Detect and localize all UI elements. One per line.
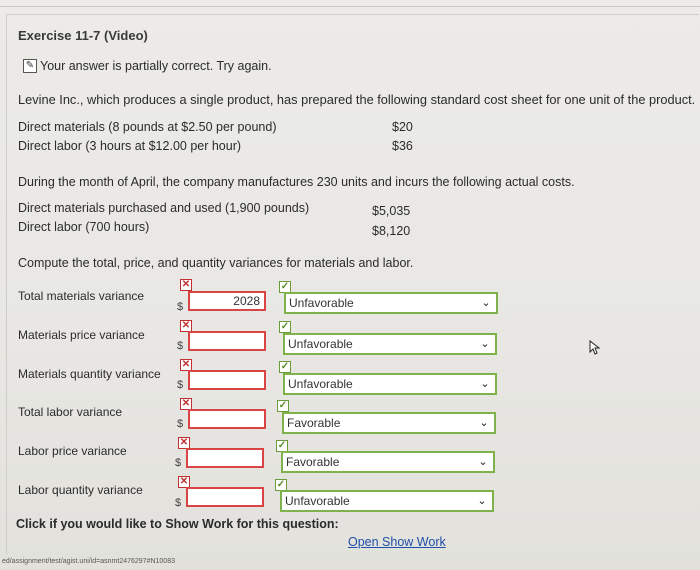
exercise-title: Exercise 11-7 (Video) [18,28,148,43]
amount-input[interactable] [188,409,266,429]
actual-cost-value-0: $5,035 [372,204,411,218]
chevron-down-icon: ⌄ [477,495,487,507]
browser-status-bar: ed/assignment/test/agist.uni/id=asnmt247… [0,556,700,570]
variance-type-select[interactable]: Favorable ⌄ [282,412,496,434]
status-url: ed/assignment/test/agist.uni/id=asnmt247… [2,558,175,565]
actual-cost-value-1: $8,120 [372,224,411,238]
correct-check-icon: ✓ [279,321,291,333]
currency-symbol: $ [177,340,184,352]
std-cost-label-0: Direct materials (8 pounds at $2.50 per … [18,120,277,134]
april-text: During the month of April, the company m… [18,175,575,189]
currency-symbol: $ [177,301,184,313]
correct-check-icon: ✓ [277,400,289,412]
variance-type-select[interactable]: Unfavorable ⌄ [283,373,497,395]
variance-label: Materials price variance [18,328,145,342]
currency-symbol: $ [175,497,182,509]
chevron-down-icon: ⌄ [479,417,489,429]
select-value: Unfavorable [285,494,350,508]
amount-input[interactable]: 2028 [188,291,266,311]
chevron-down-icon: ⌄ [480,338,490,350]
select-value: Unfavorable [288,337,353,351]
show-work-prompt: Click if you would like to Show Work for… [16,517,339,531]
problem-intro: Levine Inc., which produces a single pro… [18,92,696,107]
variance-type-select[interactable]: Unfavorable ⌄ [280,490,494,512]
mouse-pointer-icon [589,340,601,355]
currency-symbol: $ [177,379,184,391]
incorrect-x-icon: ✕ [180,279,192,291]
std-cost-value-0: $20 [392,120,413,134]
currency-symbol: $ [177,418,184,430]
std-cost-value-1: $36 [392,139,413,153]
amount-input[interactable] [188,331,266,351]
variance-type-select[interactable]: Unfavorable ⌄ [283,333,497,355]
correct-check-icon: ✓ [279,361,291,373]
variance-label: Total materials variance [18,289,145,303]
status-message: Your answer is partially correct. Try ag… [40,59,272,73]
select-value: Unfavorable [288,377,353,391]
select-value: Unfavorable [289,296,354,310]
chevron-down-icon: ⌄ [480,378,490,390]
chevron-down-icon: ⌄ [478,456,488,468]
variance-label: Materials quantity variance [18,367,161,381]
amount-input[interactable] [186,487,264,507]
variance-type-select[interactable]: Favorable ⌄ [281,451,495,473]
open-show-work-link[interactable]: Open Show Work [348,535,446,549]
chevron-down-icon: ⌄ [481,297,491,309]
variance-label: Total labor variance [18,405,123,419]
instruction: Compute the total, price, and quantity v… [18,256,414,270]
currency-symbol: $ [175,457,182,469]
top-divider [0,6,700,7]
variance-label: Labor quantity variance [18,483,143,497]
variance-label: Labor price variance [18,444,127,458]
select-value: Favorable [287,416,341,430]
amount-input[interactable] [188,370,266,390]
amount-input[interactable] [186,448,264,468]
actual-cost-label-1: Direct labor (700 hours) [18,220,150,234]
variance-type-select[interactable]: Unfavorable ⌄ [284,292,498,314]
std-cost-label-1: Direct labor (3 hours at $12.00 per hour… [18,139,242,153]
actual-cost-label-0: Direct materials purchased and used (1,9… [18,201,310,215]
pencil-icon: ✎ [23,59,37,73]
select-value: Favorable [286,455,340,469]
